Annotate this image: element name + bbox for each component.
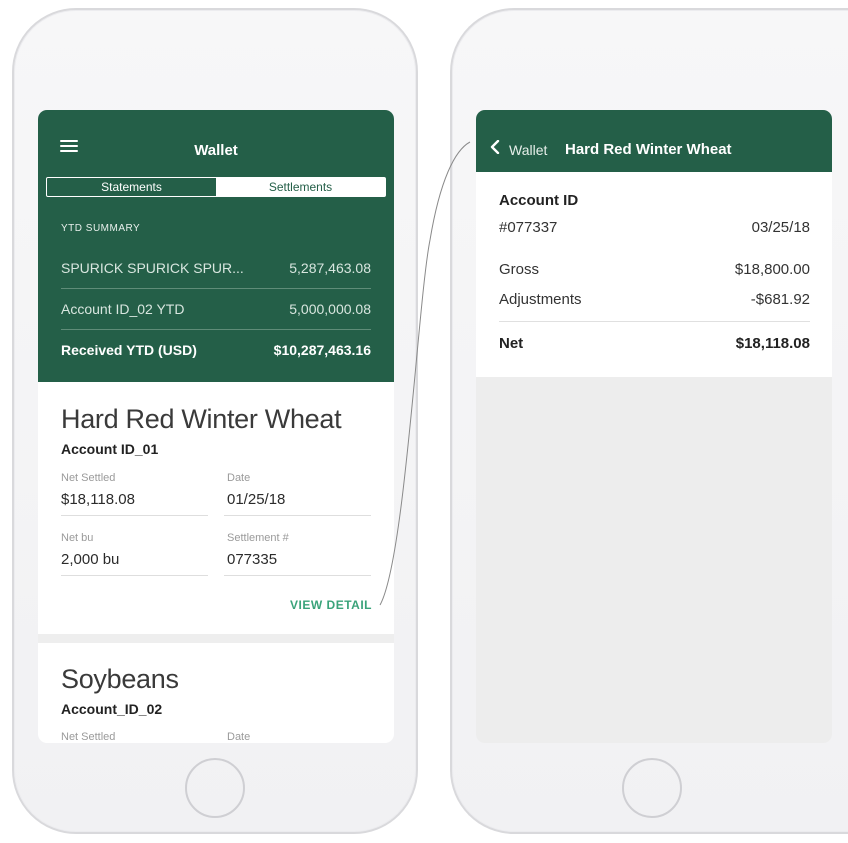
flow-connector <box>379 141 471 606</box>
